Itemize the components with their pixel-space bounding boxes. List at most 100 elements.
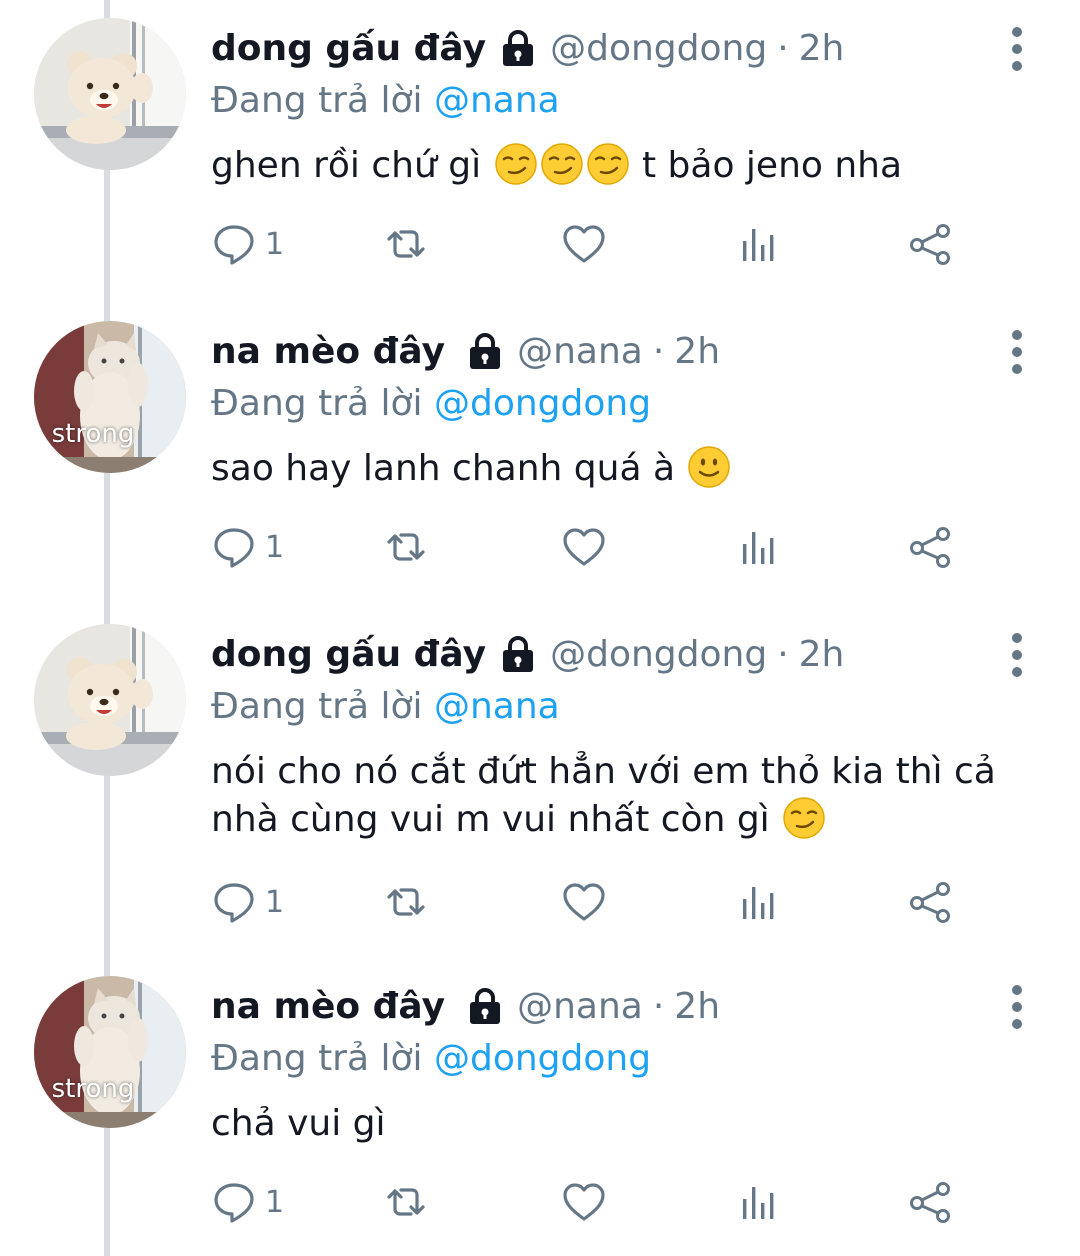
more-options-button[interactable] [994, 26, 1040, 72]
reply-icon [211, 221, 257, 267]
action-bar: 1 [211, 519, 971, 575]
like-icon [561, 1179, 607, 1225]
replying-to-label: Đang trả lời [211, 383, 423, 424]
action-bar: 1 [211, 874, 971, 930]
reply-count: 1 [265, 884, 285, 920]
timestamp[interactable]: 2h [799, 634, 845, 675]
retweet-icon [383, 879, 429, 925]
tweet-text-part: sao hay lanh chanh quá à [211, 448, 676, 489]
user-handle[interactable]: @dongdong [550, 28, 767, 69]
lock-icon [498, 28, 538, 68]
like-icon [561, 879, 607, 925]
mention-link[interactable]: @nana [434, 686, 560, 727]
replying-to: Đang trả lời @nana [211, 76, 1040, 126]
avatar-caption: strong [51, 1074, 135, 1104]
mention-link[interactable]: @dongdong [434, 383, 651, 424]
reply-count: 1 [265, 226, 285, 262]
avatar[interactable] [34, 624, 186, 776]
like-button[interactable] [561, 221, 607, 267]
tweet-text-part: chả vui gì [211, 1103, 386, 1144]
avatar[interactable]: strong [34, 976, 186, 1128]
share-button[interactable] [907, 879, 953, 925]
smirk-emoji-icon [782, 796, 826, 840]
cat-avatar-icon [34, 321, 186, 473]
reply-button[interactable]: 1 [211, 1179, 284, 1225]
user-handle[interactable]: @nana [517, 331, 643, 372]
avatar[interactable] [34, 18, 186, 170]
like-button[interactable] [561, 1179, 607, 1225]
tweet-body: na mèo đây @nana · 2h Đang trả lời @dong… [211, 978, 1040, 1148]
tweet-text: nói cho nó cắt đứt hẳn với em thỏ kia th… [211, 748, 1040, 844]
share-button[interactable] [907, 1179, 953, 1225]
smirk-emoji-icon [540, 142, 584, 186]
timestamp[interactable]: 2h [674, 986, 720, 1027]
replying-to: Đang trả lời @dongdong [211, 1034, 1040, 1084]
avatar[interactable]: strong [34, 321, 186, 473]
tweet-text: chả vui gì [211, 1100, 1040, 1148]
teddy-bear-avatar-icon [34, 624, 186, 776]
tweet-body: na mèo đây @nana · 2h Đang trả lời @dong… [211, 323, 1040, 493]
tweet-header: na mèo đây @nana · 2h [211, 323, 1040, 379]
stats-icon [735, 524, 781, 570]
display-name[interactable]: dong gấu đây [211, 634, 486, 675]
share-icon [907, 1179, 953, 1225]
timestamp[interactable]: 2h [674, 331, 720, 372]
retweet-icon [383, 1179, 429, 1225]
tweet-text-part: ghen rồi chứ gì [211, 145, 482, 186]
like-button[interactable] [561, 524, 607, 570]
smirk-emoji-icon [586, 142, 630, 186]
user-handle[interactable]: @nana [517, 986, 643, 1027]
share-icon [907, 879, 953, 925]
tweet-text: ghen rồi chứ gì t bảo jeno nha [211, 142, 1040, 190]
reply-icon [211, 524, 257, 570]
lock-icon [465, 986, 505, 1026]
action-bar: 1 [211, 1174, 971, 1230]
tweet-header: dong gấu đây @dongdong · 2h [211, 626, 1040, 682]
share-icon [907, 524, 953, 570]
retweet-button[interactable] [383, 524, 429, 570]
stats-button[interactable] [735, 524, 781, 570]
retweet-button[interactable] [383, 221, 429, 267]
stats-button[interactable] [735, 879, 781, 925]
mention-link[interactable]: @dongdong [434, 1038, 651, 1079]
share-button[interactable] [907, 524, 953, 570]
replying-to: Đang trả lời @nana [211, 682, 1040, 732]
more-options-button[interactable] [994, 984, 1040, 1030]
tweet-body: dong gấu đây @dongdong · 2h Đang trả lời… [211, 626, 1040, 844]
slight-smile-emoji-icon [687, 445, 731, 489]
like-button[interactable] [561, 879, 607, 925]
retweet-button[interactable] [383, 879, 429, 925]
retweet-icon [383, 524, 429, 570]
reply-icon [211, 1179, 257, 1225]
more-options-button[interactable] [994, 329, 1040, 375]
retweet-button[interactable] [383, 1179, 429, 1225]
more-icon [1012, 330, 1022, 340]
like-icon [561, 524, 607, 570]
tweet-text-line: nói cho nó cắt đứt hẳn với em thỏ kia th… [211, 751, 996, 792]
stats-button[interactable] [735, 1179, 781, 1225]
share-button[interactable] [907, 221, 953, 267]
teddy-bear-avatar-icon [34, 18, 186, 170]
more-options-button[interactable] [994, 632, 1040, 678]
tweet-text-part: nhà cùng vui m vui nhất còn gì [211, 799, 770, 840]
tweet-text-part: t bảo jeno nha [641, 145, 903, 186]
reply-button[interactable]: 1 [211, 879, 284, 925]
share-icon [907, 221, 953, 267]
replying-to: Đang trả lời @dongdong [211, 379, 1040, 429]
cat-avatar-icon [34, 976, 186, 1128]
replying-to-label: Đang trả lời [211, 686, 423, 727]
separator-dot: · [652, 330, 665, 372]
reply-button[interactable]: 1 [211, 524, 284, 570]
mention-link[interactable]: @nana [434, 80, 560, 121]
timestamp[interactable]: 2h [799, 28, 845, 69]
retweet-icon [383, 221, 429, 267]
user-handle[interactable]: @dongdong [550, 634, 767, 675]
display-name[interactable]: na mèo đây [211, 331, 445, 372]
stats-button[interactable] [735, 221, 781, 267]
reply-button[interactable]: 1 [211, 221, 284, 267]
display-name[interactable]: na mèo đây [211, 986, 445, 1027]
tweet-text: sao hay lanh chanh quá à [211, 445, 1040, 493]
tweet-header: na mèo đây @nana · 2h [211, 978, 1040, 1034]
avatar-caption: strong [51, 419, 135, 449]
display-name[interactable]: dong gấu đây [211, 28, 486, 69]
